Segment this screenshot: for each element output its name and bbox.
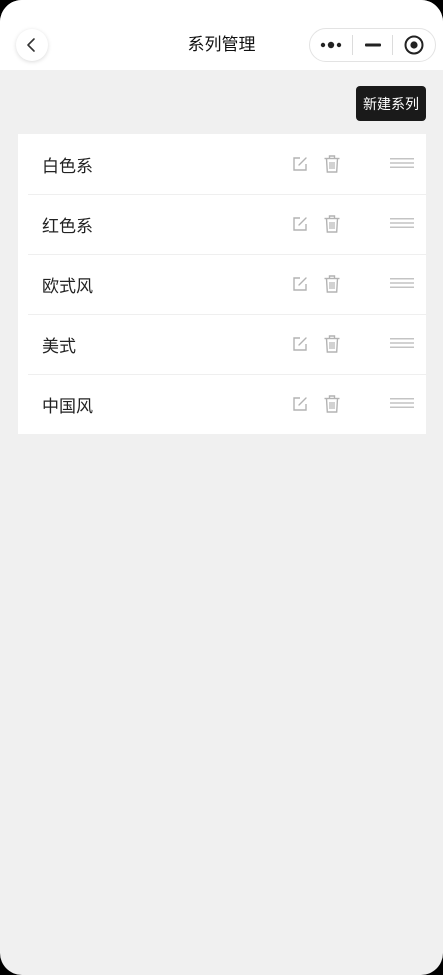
- edit-icon[interactable]: [291, 155, 309, 173]
- drag-handle-icon[interactable]: [390, 217, 414, 229]
- series-name: 欧式风: [42, 276, 93, 297]
- list-item: 白色系: [18, 134, 426, 194]
- edit-icon[interactable]: [291, 335, 309, 353]
- close-button[interactable]: [393, 28, 435, 62]
- list-item: 红色系: [18, 194, 426, 254]
- nav-bar: 系列管理: [0, 0, 443, 70]
- series-name: 白色系: [42, 156, 93, 177]
- trash-icon[interactable]: [323, 394, 341, 414]
- drag-handle-icon[interactable]: [390, 397, 414, 409]
- edit-icon[interactable]: [291, 275, 309, 293]
- drag-handle-icon[interactable]: [390, 277, 414, 289]
- series-list: 白色系 红色系 欧式风 美式 中国风: [18, 134, 426, 434]
- phone-screen: 系列管理 新建系列 白色系 红色系 欧式风 美式 中国风: [0, 0, 443, 975]
- trash-icon[interactable]: [323, 154, 341, 174]
- list-item: 中国风: [18, 374, 426, 434]
- drag-handle-icon[interactable]: [390, 157, 414, 169]
- series-name: 红色系: [42, 216, 93, 237]
- target-circle-icon: [404, 35, 424, 55]
- mini-program-capsule: [309, 28, 436, 62]
- trash-icon[interactable]: [323, 214, 341, 234]
- new-series-button[interactable]: 新建系列: [356, 86, 426, 121]
- more-button[interactable]: [310, 28, 352, 62]
- list-item: 欧式风: [18, 254, 426, 314]
- minimize-icon: [364, 43, 381, 47]
- edit-icon[interactable]: [291, 395, 309, 413]
- list-item: 美式: [18, 314, 426, 374]
- more-dots-icon: [320, 41, 342, 49]
- trash-icon[interactable]: [323, 334, 341, 354]
- trash-icon[interactable]: [323, 274, 341, 294]
- series-name: 中国风: [42, 396, 93, 417]
- series-name: 美式: [42, 336, 76, 357]
- minimize-button[interactable]: [353, 28, 393, 62]
- drag-handle-icon[interactable]: [390, 337, 414, 349]
- edit-icon[interactable]: [291, 215, 309, 233]
